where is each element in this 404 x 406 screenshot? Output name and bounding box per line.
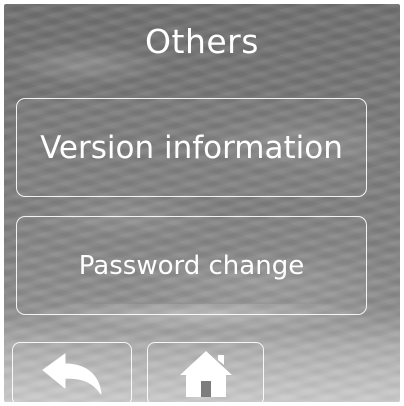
home-icon: [178, 349, 234, 399]
password-change-label: Password change: [78, 250, 305, 281]
home-button[interactable]: [147, 342, 264, 402]
back-arrow-icon: [41, 352, 103, 396]
page-title: Others: [145, 22, 259, 61]
password-change-button[interactable]: Password change: [16, 216, 367, 315]
others-screen: Others Version information Password chan…: [4, 4, 400, 402]
version-information-button[interactable]: Version information: [16, 98, 367, 197]
version-information-label: Version information: [40, 129, 343, 166]
back-button[interactable]: [12, 342, 132, 402]
